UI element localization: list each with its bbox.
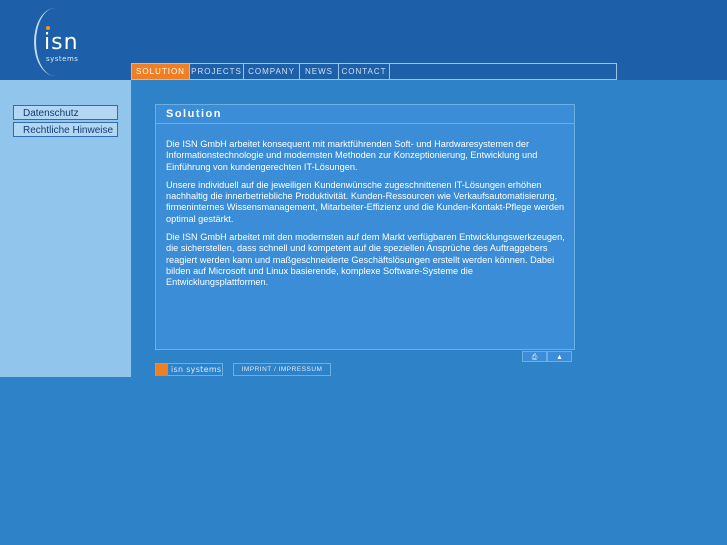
content-tools: ⎙ ▲	[522, 351, 572, 362]
scroll-top-icon[interactable]: ▲	[547, 351, 572, 362]
paragraph: Die ISN GmbH arbeitet konsequent mit mar…	[166, 139, 538, 172]
header-bar: isn systems SOLUTION PROJECTS COMPANY NE…	[0, 0, 727, 80]
nav-company[interactable]: COMPANY	[244, 64, 300, 79]
sidebar-item-rechtliche-hinweise[interactable]: Rechtliche Hinweise	[13, 122, 118, 137]
footer-brand-name: isn systems	[171, 365, 222, 374]
isn-logo[interactable]: isn systems	[34, 8, 94, 78]
nav-news[interactable]: NEWS	[300, 64, 339, 79]
content-title: Solution	[156, 105, 574, 124]
logo-text: isn	[44, 30, 79, 55]
main-nav: SOLUTION PROJECTS COMPANY NEWS CONTACT	[131, 63, 617, 80]
sidebar: Datenschutz Rechtliche Hinweise	[0, 80, 131, 377]
footer-brand[interactable]: isn systems	[155, 363, 223, 376]
print-icon[interactable]: ⎙	[522, 351, 547, 362]
sidebar-item-datenschutz[interactable]: Datenschutz	[13, 105, 118, 120]
nav-solution[interactable]: SOLUTION	[132, 64, 190, 79]
logo-subtext: systems	[46, 55, 79, 63]
content-panel: Solution Die ISN GmbH arbeitet konsequen…	[155, 104, 575, 350]
paragraph: Unsere individuell auf die jeweiligen Ku…	[166, 179, 565, 224]
nav-projects[interactable]: PROJECTS	[190, 64, 244, 79]
paragraph: Die ISN GmbH arbeitet mit den modernsten…	[166, 232, 565, 288]
imprint-link[interactable]: IMPRINT / IMPRESSUM	[233, 363, 331, 376]
content-body: Die ISN GmbH arbeitet konsequent mit mar…	[166, 139, 568, 296]
nav-contact[interactable]: CONTACT	[339, 64, 390, 79]
brand-square-icon	[156, 363, 168, 376]
